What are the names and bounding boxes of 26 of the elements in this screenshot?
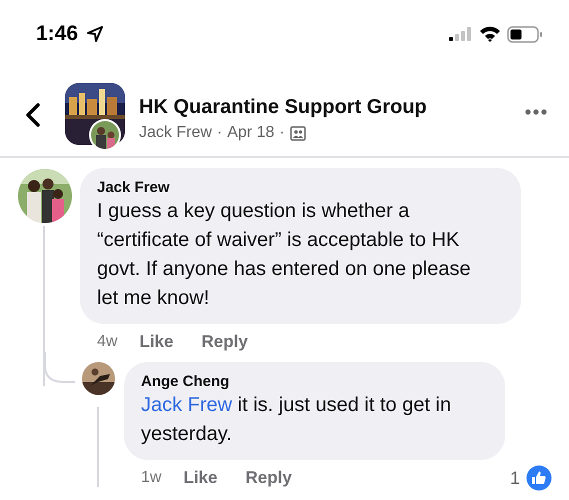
- comment-age: 1w: [141, 469, 162, 487]
- wifi-icon: [479, 26, 501, 42]
- comment-text: I guess a key question is whether a “certificate of waiver” is acceptable to HK govt. If anyone has entered on one please let me know!: [97, 199, 472, 311]
- commenter-name[interactable]: Ange Cheng: [141, 373, 485, 390]
- thumbs-up-icon[interactable]: [526, 465, 552, 491]
- comment-age: 4w: [97, 333, 118, 351]
- comment-action[interactable]: Reply: [201, 332, 248, 352]
- location-arrow-icon: [86, 25, 104, 43]
- more-icon[interactable]: [525, 109, 547, 115]
- clock-time: 1:46: [36, 22, 78, 46]
- comment-action[interactable]: Reply: [245, 468, 292, 488]
- mention-link[interactable]: Jack Frew: [141, 394, 232, 416]
- members-icon: [290, 126, 306, 140]
- battery-icon: [507, 26, 543, 42]
- back-icon[interactable]: [25, 102, 41, 128]
- post-date[interactable]: Apr 18: [227, 124, 274, 142]
- commenter-name[interactable]: Jack Frew: [97, 179, 491, 196]
- author-name[interactable]: Jack Frew: [139, 124, 212, 142]
- separator-dot: ·: [216, 124, 222, 142]
- comment-action[interactable]: Like: [139, 332, 174, 352]
- separator-dot: ·: [279, 124, 285, 142]
- reply-text: Jack Frew it is. just used it to get in yesterday.: [141, 393, 452, 447]
- comment-action[interactable]: Like: [183, 468, 218, 488]
- like-count: 1: [510, 468, 520, 488]
- group-title[interactable]: HK Quarantine Support Group: [139, 96, 427, 119]
- signal-icon: [449, 27, 473, 41]
